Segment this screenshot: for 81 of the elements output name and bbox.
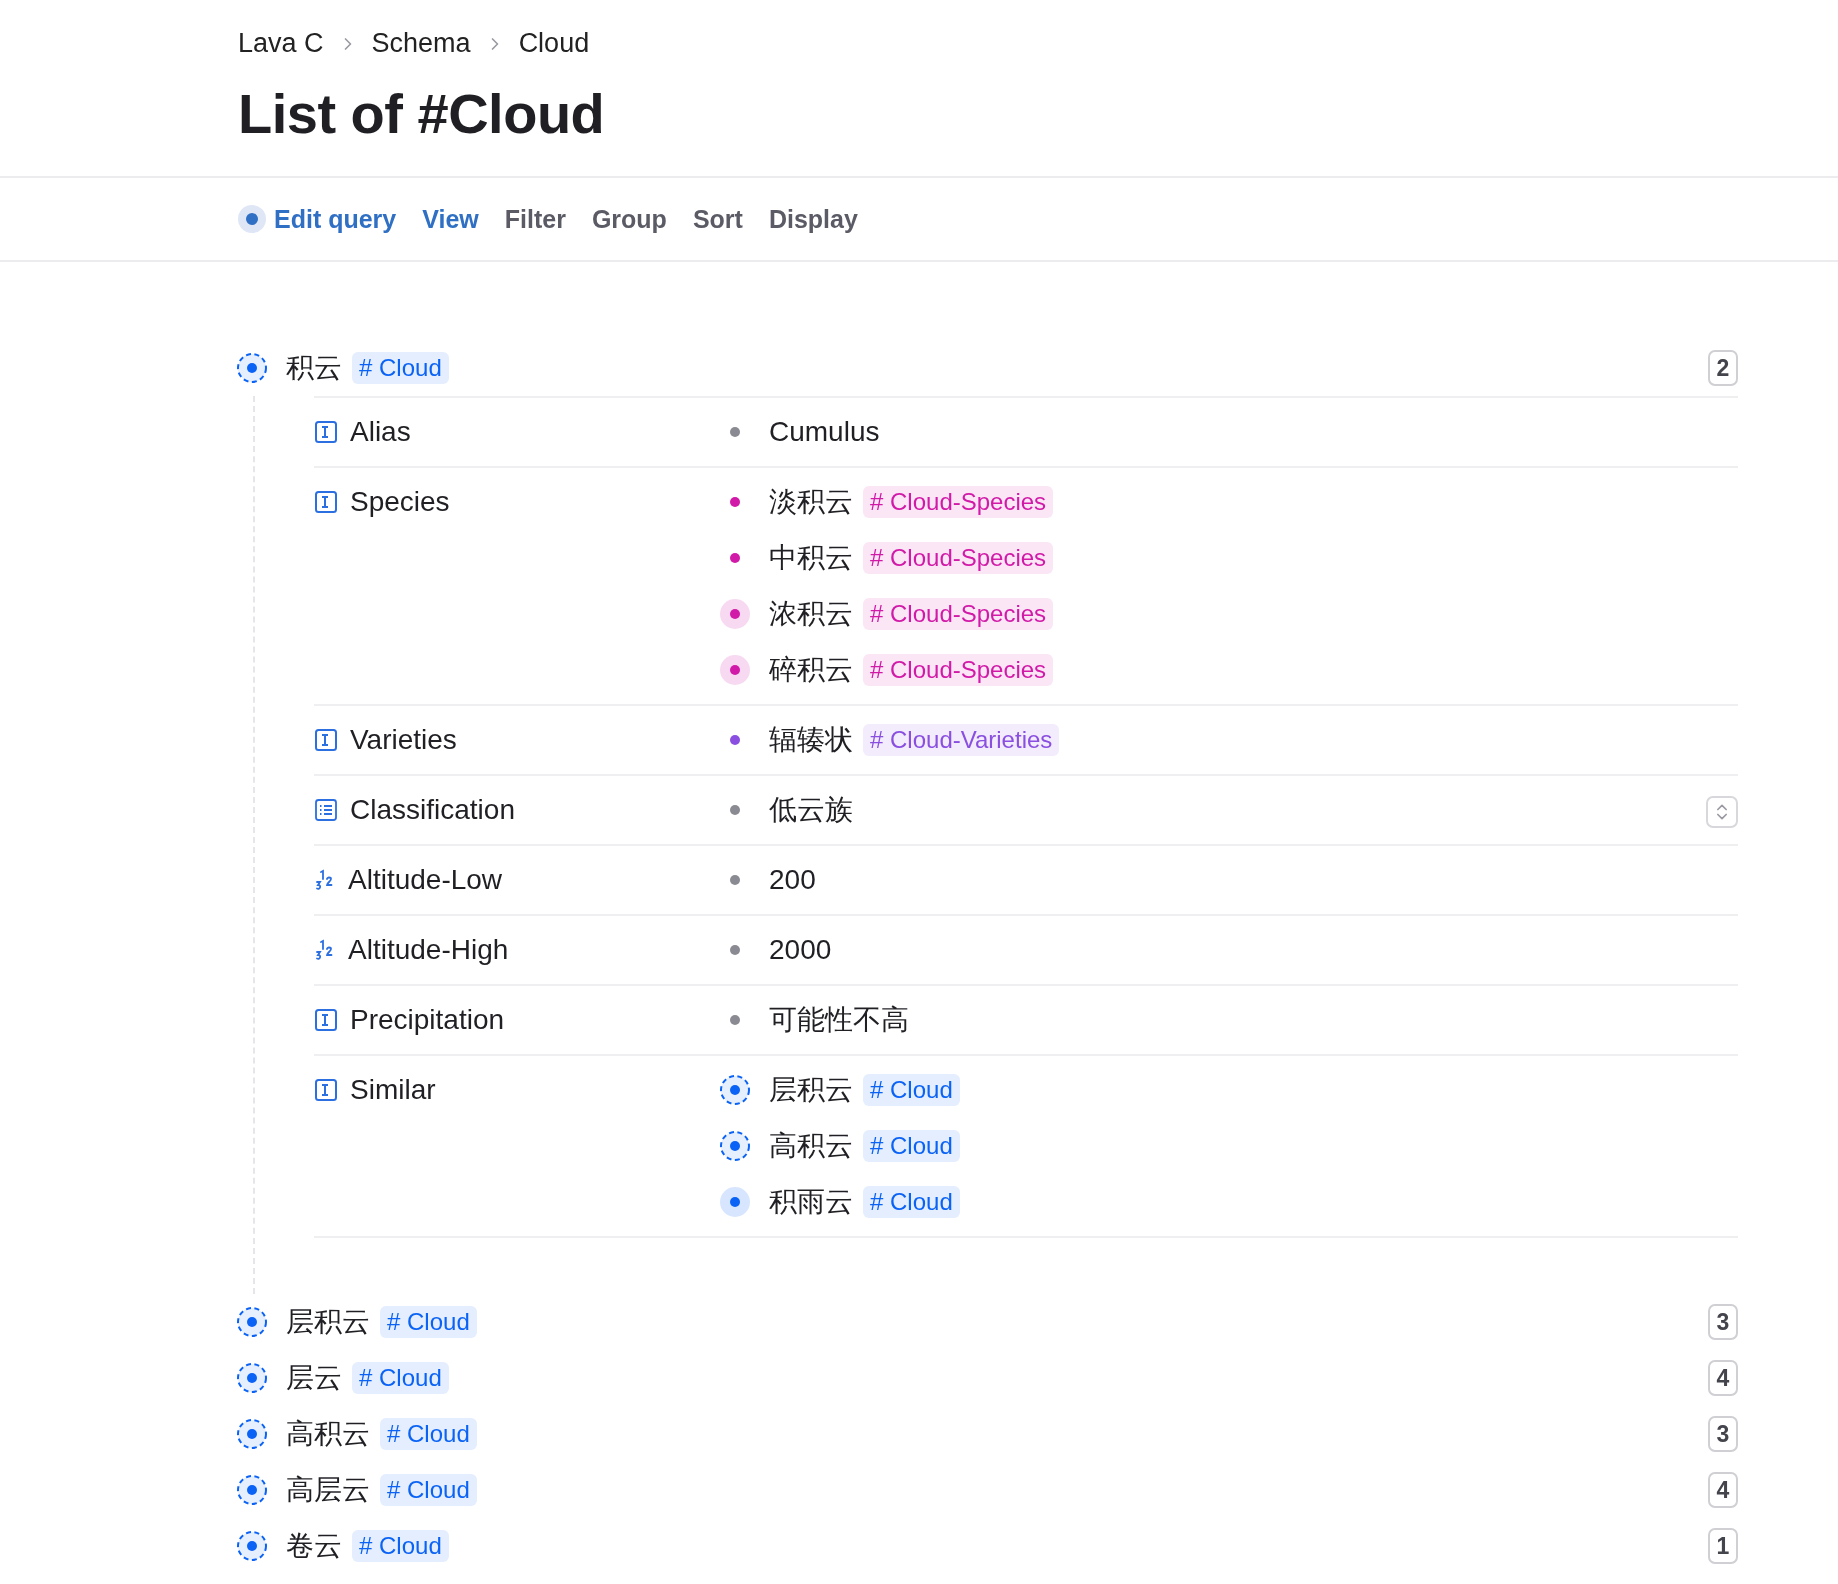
bullet-dot-icon	[730, 875, 740, 885]
property-value: 积雨云	[769, 1185, 853, 1219]
bullet-dot-icon	[730, 1015, 740, 1025]
tag-label[interactable]: # Cloud	[863, 1074, 960, 1106]
node-ring-icon[interactable]	[719, 1074, 751, 1106]
toolbar-button[interactable]: Filter	[504, 204, 566, 234]
property-name: Species	[350, 486, 450, 518]
tag-label[interactable]: # Cloud	[352, 1530, 449, 1562]
list-icon	[314, 798, 338, 822]
text-field-icon	[314, 728, 338, 752]
item-title[interactable]: 积云	[286, 349, 342, 387]
count-badge[interactable]: 4	[1708, 1360, 1738, 1396]
node-halo-icon[interactable]	[720, 599, 750, 629]
property-value: 可能性不高	[769, 1003, 909, 1037]
toolbar-button[interactable]: Group	[591, 204, 667, 234]
breadcrumb-link[interactable]: Cloud	[518, 28, 590, 59]
bullet-dot-icon	[730, 945, 740, 955]
property-name: Varieties	[350, 724, 457, 756]
tag-label[interactable]: # Cloud-Species	[863, 598, 1054, 630]
property-name: Alias	[350, 416, 411, 448]
tag-label[interactable]: # Cloud	[380, 1418, 477, 1450]
node-halo-icon[interactable]	[720, 655, 750, 685]
property-value: 低云族	[769, 793, 853, 827]
property-name: Altitude-High	[348, 934, 509, 966]
item-title[interactable]: 层云	[286, 1359, 342, 1397]
item-title[interactable]: 高层云	[286, 1471, 370, 1509]
node-ring-icon[interactable]	[236, 1418, 268, 1450]
property-name: Altitude-Low	[348, 864, 503, 896]
property-name: Classification	[350, 794, 515, 826]
toolbar-button[interactable]: Edit query	[238, 204, 397, 234]
property-value: 碎积云	[769, 653, 853, 687]
node-ring-icon[interactable]	[236, 1474, 268, 1506]
tag-label[interactable]: # Cloud-Species	[863, 542, 1054, 574]
property-value: 中积云	[769, 541, 853, 575]
query-dot-icon	[238, 205, 266, 233]
tag-label[interactable]: # Cloud	[380, 1306, 477, 1338]
count-badge[interactable]: 3	[1708, 1304, 1738, 1340]
tag-label[interactable]: # Cloud-Varieties	[863, 724, 1060, 756]
property-name: Precipitation	[350, 1004, 505, 1036]
toolbar-button[interactable]: Sort	[692, 204, 743, 234]
select-stepper-button[interactable]	[1706, 796, 1738, 828]
node-ring-icon[interactable]	[236, 1530, 268, 1562]
node-halo-icon[interactable]	[720, 1187, 750, 1217]
node-ring-icon[interactable]	[236, 352, 268, 384]
text-field-icon	[314, 1008, 338, 1032]
bullet-dot-icon	[730, 805, 740, 815]
property-value: 浓积云	[769, 597, 853, 631]
item-title[interactable]: 高积云	[286, 1415, 370, 1453]
item-title[interactable]: 层积云	[286, 1303, 370, 1341]
property-value: 高积云	[769, 1129, 853, 1163]
property-value: 层积云	[769, 1073, 853, 1107]
text-field-icon	[314, 490, 338, 514]
toolbar-button[interactable]: View	[422, 204, 479, 234]
count-badge[interactable]: 3	[1708, 1416, 1738, 1452]
breadcrumb-link[interactable]: Lava C	[238, 28, 324, 59]
property-value: 2000	[769, 934, 832, 966]
count-badge[interactable]: 2	[1708, 350, 1738, 386]
page-title: List of #Cloud	[238, 81, 606, 146]
count-badge[interactable]: 4	[1708, 1472, 1738, 1508]
text-field-icon	[314, 1078, 338, 1102]
breadcrumb-link[interactable]: Schema	[371, 28, 471, 59]
tag-label[interactable]: # Cloud	[863, 1130, 960, 1162]
tag-label[interactable]: # Cloud	[863, 1186, 960, 1218]
tag-label[interactable]: # Cloud	[352, 352, 449, 384]
property-name: Similar	[350, 1074, 436, 1106]
property-value: 200	[769, 864, 816, 896]
property-value: 辐辏状	[769, 723, 853, 757]
toolbar-button[interactable]: Display	[768, 204, 858, 234]
property-value: Cumulus	[769, 416, 880, 448]
text-field-icon	[314, 420, 338, 444]
tag-label[interactable]: # Cloud	[380, 1474, 477, 1506]
property-value: 淡积云	[769, 485, 853, 519]
tag-label[interactable]: # Cloud-Species	[863, 654, 1054, 686]
item-title[interactable]: 卷云	[286, 1527, 342, 1565]
tag-label[interactable]: # Cloud-Species	[863, 486, 1054, 518]
node-ring-icon[interactable]	[719, 1130, 751, 1162]
node-ring-icon[interactable]	[236, 1306, 268, 1338]
node-ring-icon[interactable]	[236, 1362, 268, 1394]
bullet-dot-icon	[730, 427, 740, 437]
tag-label[interactable]: # Cloud	[352, 1362, 449, 1394]
count-badge[interactable]: 1	[1708, 1528, 1738, 1564]
